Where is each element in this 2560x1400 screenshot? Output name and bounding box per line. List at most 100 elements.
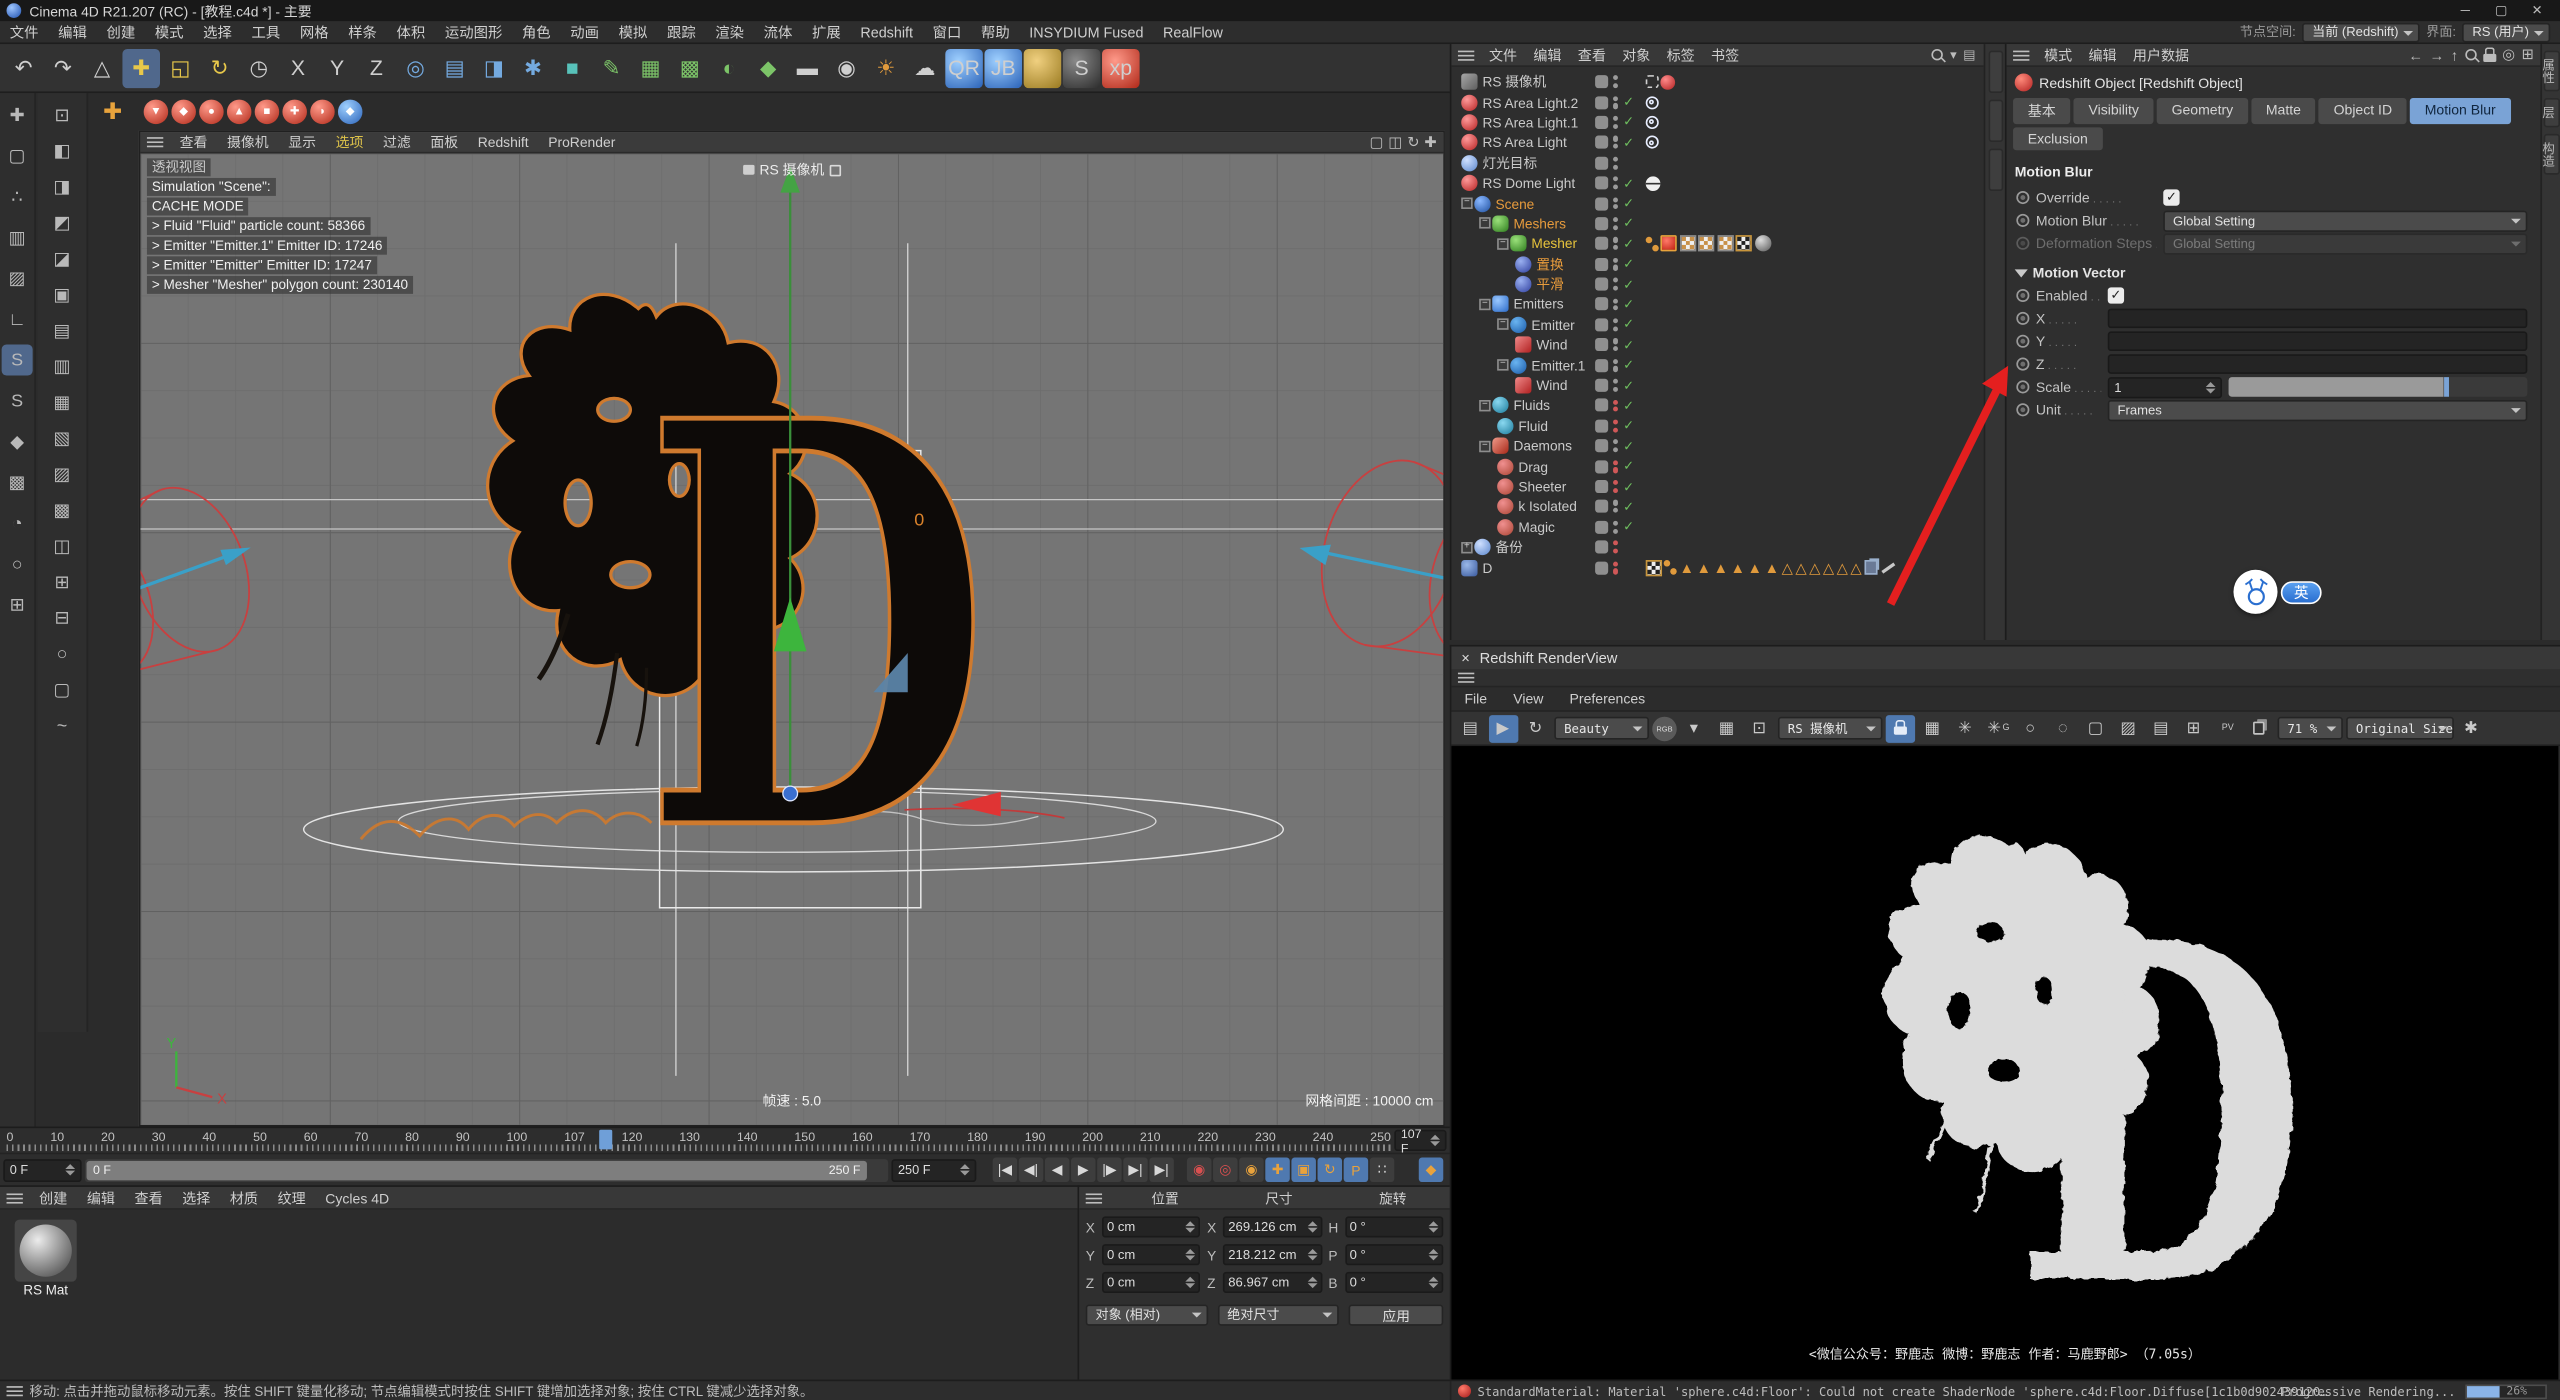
layer-chip[interactable] [1595,480,1608,493]
enabled-check-icon[interactable] [1623,338,1638,353]
position-field[interactable]: 0 cm [1102,1272,1200,1293]
tool-circle-icon[interactable]: ○ [2,549,33,580]
material-menu-item[interactable]: Cycles 4D [315,1189,399,1205]
menu-item[interactable]: 编辑 [48,21,96,42]
close-tab-icon[interactable]: × [1461,650,1470,666]
translator-widget[interactable]: 英 [2233,570,2321,614]
timeline-ruler[interactable]: 0102030405060708090100107120130140150160… [0,1127,1450,1153]
rs-preset-7-icon[interactable]: ◗ [310,99,334,123]
visibility-dots[interactable] [1613,359,1618,372]
layer-chip[interactable] [1595,278,1608,291]
object-row[interactable]: 灯光目标 [1451,153,1983,173]
lock-icon[interactable] [2483,54,2496,62]
layer-chip[interactable] [1595,257,1608,270]
rs-preset-blue-icon[interactable]: ◆ [338,99,362,123]
expand-toggle-icon[interactable] [1461,198,1472,209]
field-icon[interactable]: ◐ [710,48,748,87]
keyframe-dot[interactable] [2016,358,2029,371]
rs-preset-6-icon[interactable]: ✚ [282,99,306,123]
mode-o-icon[interactable]: ○ [47,638,78,669]
menu-item[interactable]: 创建 [97,21,145,42]
tag-rs-badge[interactable] [1661,75,1676,90]
signal-icon[interactable]: S [1063,48,1101,87]
menu-item[interactable]: Redshift [851,24,923,40]
layer-chip[interactable] [1595,500,1608,513]
viewport-menu-item[interactable]: 摄像机 [217,132,278,152]
tag-tri-o[interactable] [1850,559,1861,575]
enabled-check-icon[interactable] [1623,176,1638,191]
tag-tri-o[interactable] [1782,559,1793,575]
rs-preset-2-icon[interactable]: ◆ [171,99,195,123]
track-icon[interactable]: ◎ [2502,46,2515,64]
render-view-icon[interactable]: ▤ [436,48,474,87]
add-object-icon[interactable]: ✚ [98,96,127,125]
tool-diamond-icon[interactable]: ◆ [2,426,33,457]
object-row[interactable]: Magic [1451,517,1983,537]
expand-toggle-icon[interactable] [1497,359,1508,370]
visibility-dots[interactable] [1613,177,1618,190]
quick-rig-icon[interactable]: QR [945,48,983,87]
coordinate-mode-select[interactable]: 对象 (相对) [1086,1304,1208,1325]
expand-toggle-icon[interactable] [1461,542,1472,553]
camera-lock-icon[interactable] [1886,714,1915,742]
scale-slider[interactable] [2229,377,2528,397]
menu-item[interactable]: 渲染 [706,21,754,42]
coordinates-hamburger-icon[interactable] [1086,1191,1102,1204]
snowflake-g-icon[interactable]: ✳G [1984,714,2013,742]
renderview-hamburger-icon[interactable] [1458,671,1474,684]
key-rotation-button[interactable]: ↻ [1318,1158,1342,1182]
signal-s-icon[interactable]: S [2,344,33,375]
x-axis-lock-icon[interactable]: X [279,48,317,87]
keyframe-dot[interactable] [2016,403,2029,416]
z-axis-lock-icon[interactable]: Z [358,48,396,87]
volume-icon[interactable]: ◆ [749,48,787,87]
material-menu-item[interactable]: 创建 [29,1188,77,1208]
tag-dome[interactable] [1645,176,1660,191]
layer-chip[interactable] [1595,399,1608,412]
current-frame-field[interactable]: 107 F [1394,1130,1446,1151]
enabled-check-icon[interactable] [1623,459,1638,474]
close-button[interactable]: ✕ [2521,3,2554,18]
error-icon[interactable] [1458,1384,1471,1397]
preview-range-slider[interactable]: 0 F250 F [85,1158,888,1181]
floor-icon[interactable]: ▬ [789,48,827,87]
layer-chip[interactable] [1595,359,1608,372]
tag-tri-o[interactable] [1837,559,1848,575]
visibility-dots[interactable] [1613,318,1618,331]
render-canvas[interactable]: D <微信公众号：野鹿志 微博：野鹿志 作者：马鹿野郎> （7.05s） [1451,746,2558,1379]
enabled-check-icon[interactable] [1623,317,1638,332]
viewport-menu-item[interactable]: 面板 [421,132,468,152]
attribute-tab[interactable]: 基本 [2013,98,2070,124]
object-row[interactable]: RS Dome Light [1451,173,1983,193]
letter-d-mesh[interactable]: D [643,303,990,955]
enabled-check-icon[interactable] [1623,297,1638,312]
tag-tri[interactable] [1714,559,1729,575]
object-row[interactable]: Emitters [1451,294,1983,314]
status-hamburger-icon[interactable] [7,1384,23,1397]
viewport-panel[interactable]: 查看摄像机显示选项过滤面板RedshiftProRender ▢ ◫ ↻ ✚ [139,131,1445,1127]
keyframe-dot[interactable] [2016,335,2029,348]
redo-icon[interactable]: ↷ [44,48,82,87]
visibility-dots[interactable] [1613,116,1618,129]
expand-toggle-icon[interactable] [1497,238,1508,249]
layer-chip[interactable] [1595,379,1608,392]
gsg-sphere-icon[interactable] [1024,48,1062,87]
mode-m-icon[interactable]: ⊞ [47,567,78,598]
expand-toggle-icon[interactable] [1479,218,1490,229]
viewport-swap-icon[interactable]: ↻ [1407,133,1419,151]
attribute-tab[interactable]: Matte [2251,98,2315,124]
size-field[interactable]: 269.126 cm [1223,1216,1321,1237]
restart-render-icon[interactable]: ↻ [1522,714,1551,742]
autokey-ring-button[interactable]: ◎ [1213,1158,1237,1182]
expand-toggle-icon[interactable] [1479,440,1490,451]
attribute-tab[interactable]: Visibility [2074,98,2154,124]
material-menu-item[interactable]: 选择 [172,1188,220,1208]
rotation-field[interactable]: 0 ° [1345,1216,1443,1237]
object-row[interactable]: 置换 [1451,254,1983,274]
go-to-start-button[interactable]: |◀ [993,1158,1017,1182]
object-row[interactable]: Fluid [1451,416,1983,436]
layer-chip[interactable] [1595,197,1608,210]
expand-toggle-icon[interactable] [1497,319,1508,330]
visibility-dots[interactable] [1613,258,1618,271]
key-position-button[interactable]: ✚ [1265,1158,1289,1182]
